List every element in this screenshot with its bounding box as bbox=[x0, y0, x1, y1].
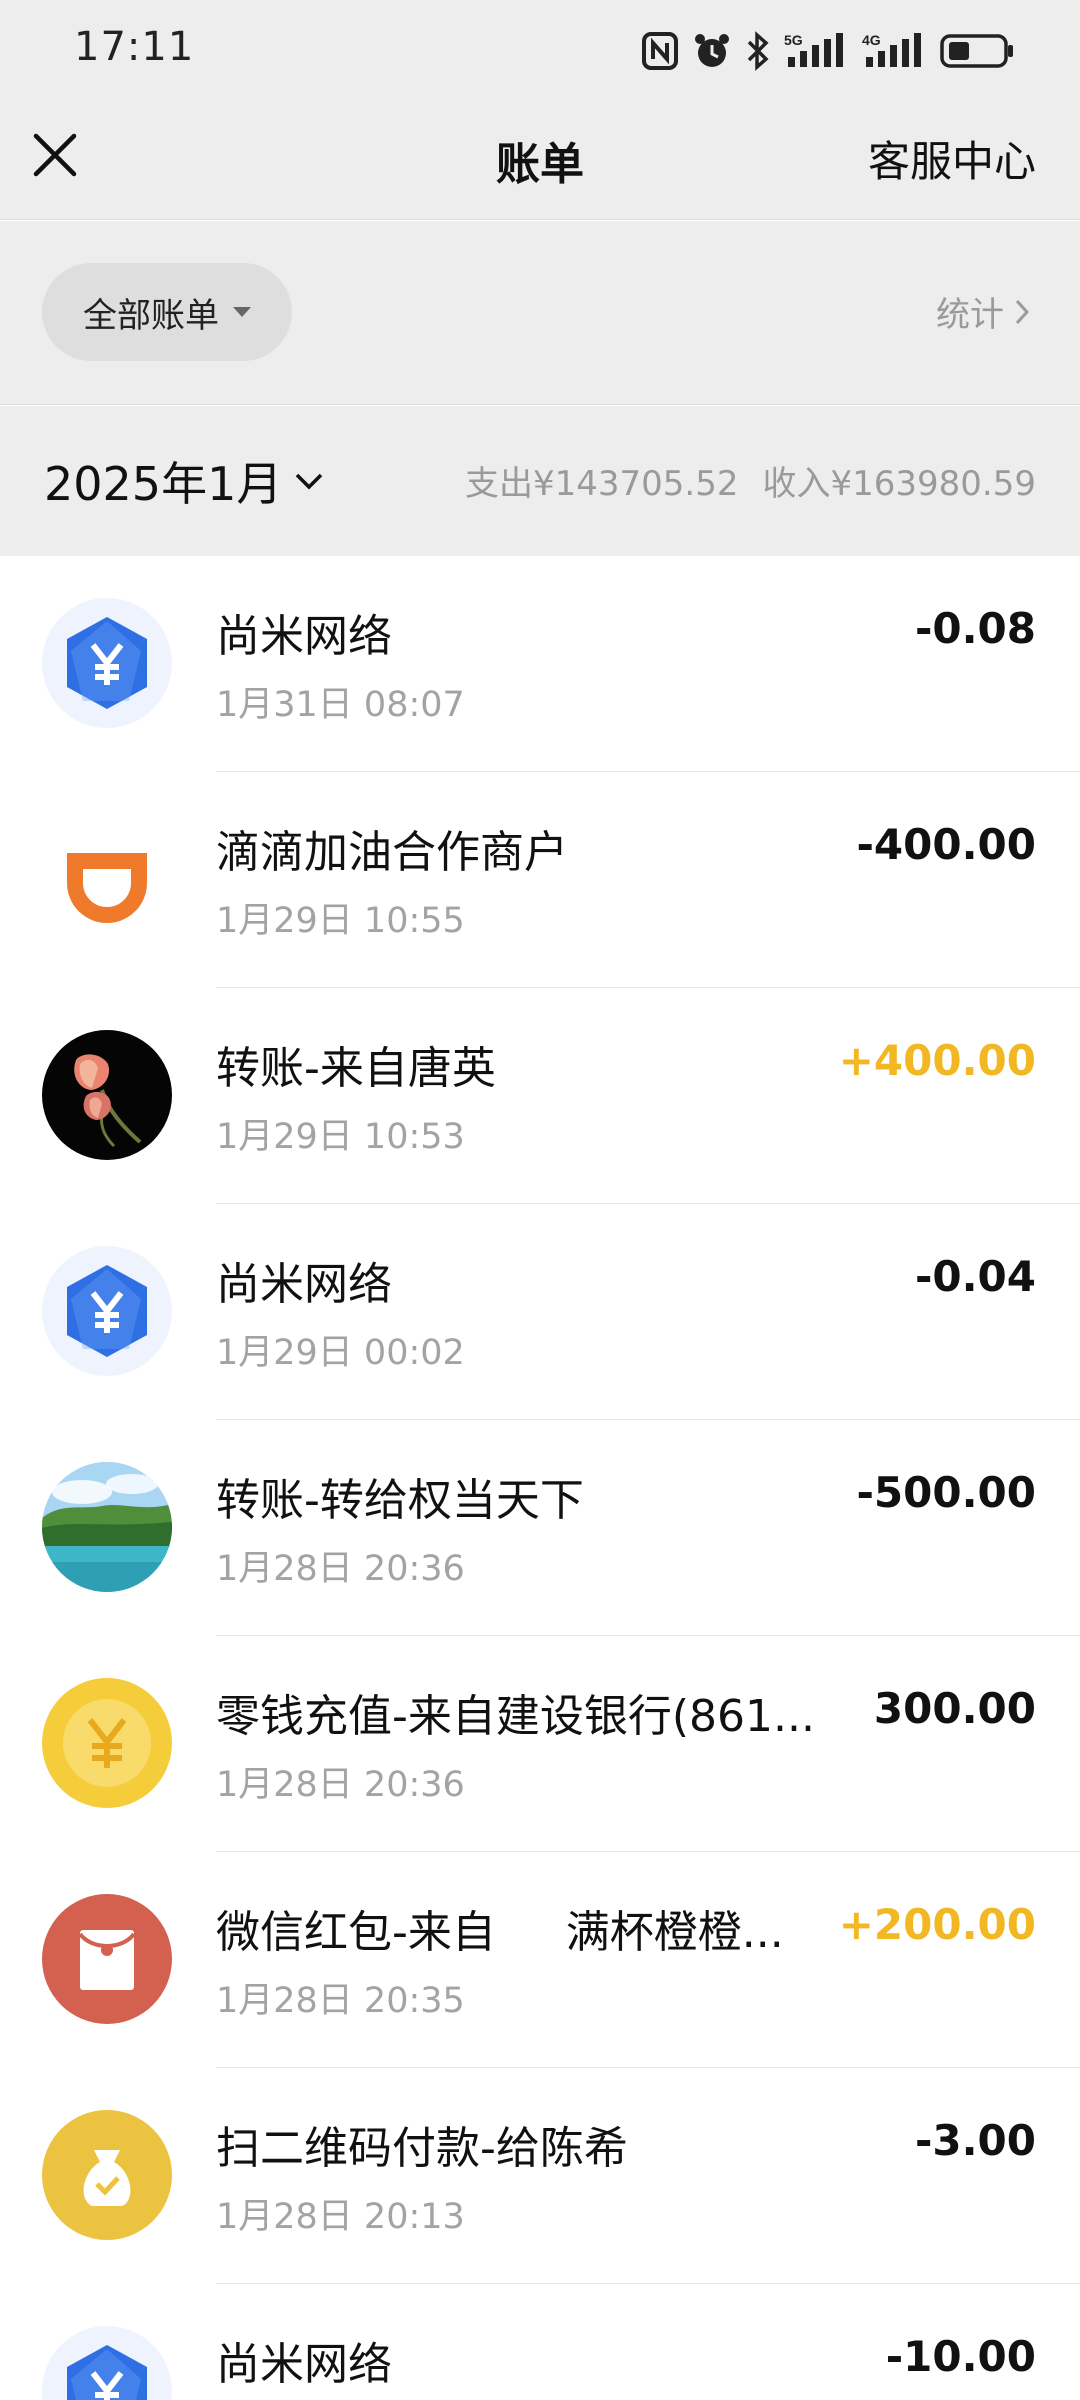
yuan-coin-icon bbox=[42, 1678, 172, 1808]
landscape-avatar bbox=[42, 1462, 172, 1592]
all-bills-dropdown[interactable]: 全部账单 bbox=[42, 263, 292, 361]
transaction-time: 1月29日 10:53 bbox=[216, 1117, 465, 1157]
transaction-row[interactable]: 滴滴加油合作商户 1月29日 10:55 -400.00 bbox=[0, 772, 1080, 988]
transaction-time: 1月31日 08:07 bbox=[216, 685, 465, 725]
bluetooth-icon bbox=[747, 31, 769, 71]
status-time: 17:11 bbox=[74, 24, 195, 70]
transaction-title: 转账-来自唐英 bbox=[216, 1043, 496, 1094]
all-bills-label: 全部账单 bbox=[83, 295, 219, 336]
caret-down-icon bbox=[233, 307, 251, 317]
transaction-amount: -400.00 bbox=[856, 820, 1036, 869]
transaction-row[interactable]: 尚米网络 -10.00 bbox=[0, 2284, 1080, 2400]
nfc-icon bbox=[642, 32, 678, 70]
transaction-amount: +200.00 bbox=[838, 1900, 1036, 1949]
transaction-time: 1月28日 20:13 bbox=[216, 2197, 465, 2237]
transaction-row[interactable]: 扫二维码付款-给陈希 1月28日 20:13 -3.00 bbox=[0, 2068, 1080, 2284]
signal-4g-icon: 4G bbox=[862, 32, 921, 67]
chevron-right-icon bbox=[1015, 299, 1030, 324]
transaction-amount: -0.04 bbox=[914, 1252, 1036, 1301]
transaction-row[interactable]: 微信红包-来自 满杯橙橙... 1月28日 20:35 +200.00 bbox=[0, 1852, 1080, 2068]
chevron-down-icon bbox=[296, 473, 323, 490]
transaction-amount: -500.00 bbox=[856, 1468, 1036, 1517]
yuan-hexagon-icon bbox=[42, 598, 172, 728]
transaction-title: 尚米网络 bbox=[216, 2339, 392, 2390]
transaction-row[interactable]: 零钱充值-来自建设银行(861... 1月28日 20:36 300.00 bbox=[0, 1636, 1080, 1852]
stats-link[interactable]: 统计 bbox=[936, 287, 1030, 336]
transaction-row[interactable]: 转账-来自唐英 1月29日 10:53 +400.00 bbox=[0, 988, 1080, 1204]
transaction-time: 1月28日 20:36 bbox=[216, 1765, 465, 1805]
transaction-time: 1月29日 00:02 bbox=[216, 1333, 465, 1373]
battery-icon bbox=[940, 34, 1013, 68]
filter-bar: 全部账单 统计 bbox=[0, 221, 1080, 405]
transaction-title: 微信红包-来自 满杯橙橙... bbox=[216, 1907, 784, 1958]
income-total: 收入¥163980.59 bbox=[762, 464, 1037, 504]
svg-text:4G: 4G bbox=[862, 32, 881, 48]
transaction-title: 滴滴加油合作商户 bbox=[216, 827, 568, 878]
month-bar: 2025年1月 支出¥143705.52 收入¥163980.59 bbox=[0, 406, 1080, 556]
month-label: 2025年1月 bbox=[44, 457, 283, 511]
transaction-title: 转账-转给权当天下 bbox=[216, 1475, 584, 1526]
transaction-amount: +400.00 bbox=[838, 1036, 1036, 1085]
stats-label: 统计 bbox=[936, 295, 1004, 335]
expense-total: 支出¥143705.52 bbox=[465, 464, 739, 504]
transaction-amount: 300.00 bbox=[873, 1684, 1036, 1733]
svg-text:5G: 5G bbox=[784, 32, 803, 48]
transaction-amount: -3.00 bbox=[914, 2116, 1036, 2165]
transaction-title: 扫二维码付款-给陈希 bbox=[216, 2123, 628, 2174]
month-picker[interactable]: 2025年1月 bbox=[44, 448, 324, 514]
didi-logo-icon bbox=[42, 814, 172, 944]
yuan-hexagon-icon bbox=[42, 2326, 172, 2400]
transaction-time: 1月28日 20:35 bbox=[216, 1981, 465, 2021]
signal-5g-icon: 5G bbox=[784, 32, 843, 67]
status-bar: 17:11 5G 4G bbox=[0, 0, 1080, 100]
status-icons: 5G 4G bbox=[642, 28, 1014, 74]
transaction-row[interactable]: 尚米网络 1月29日 00:02 -0.04 bbox=[0, 1204, 1080, 1420]
nav-bar: 账单 客服中心 bbox=[0, 100, 1080, 220]
alarm-icon bbox=[695, 34, 729, 67]
transaction-title: 尚米网络 bbox=[216, 611, 392, 662]
transaction-title: 零钱充值-来自建设银行(861... bbox=[216, 1691, 815, 1742]
customer-service-button[interactable]: 客服中心 bbox=[868, 128, 1036, 189]
transaction-row[interactable]: 转账-转给权当天下 1月28日 20:36 -500.00 bbox=[0, 1420, 1080, 1636]
transaction-amount: -10.00 bbox=[885, 2332, 1036, 2381]
transaction-amount: -0.08 bbox=[914, 604, 1036, 653]
transaction-time: 1月29日 10:55 bbox=[216, 901, 465, 941]
red-packet-icon bbox=[42, 1894, 172, 2024]
month-summary: 支出¥143705.52 收入¥163980.59 bbox=[465, 456, 1036, 505]
transaction-title: 尚米网络 bbox=[216, 1259, 392, 1310]
flower-avatar bbox=[42, 1030, 172, 1160]
transaction-row[interactable]: 尚米网络 1月31日 08:07 -0.08 bbox=[0, 556, 1080, 772]
transaction-list: 尚米网络 1月31日 08:07 -0.08 滴滴加油合作商户 1月29日 10… bbox=[0, 556, 1080, 2400]
money-bag-icon bbox=[42, 2110, 172, 2240]
transaction-time: 1月28日 20:36 bbox=[216, 1549, 465, 1589]
yuan-hexagon-icon bbox=[42, 1246, 172, 1376]
